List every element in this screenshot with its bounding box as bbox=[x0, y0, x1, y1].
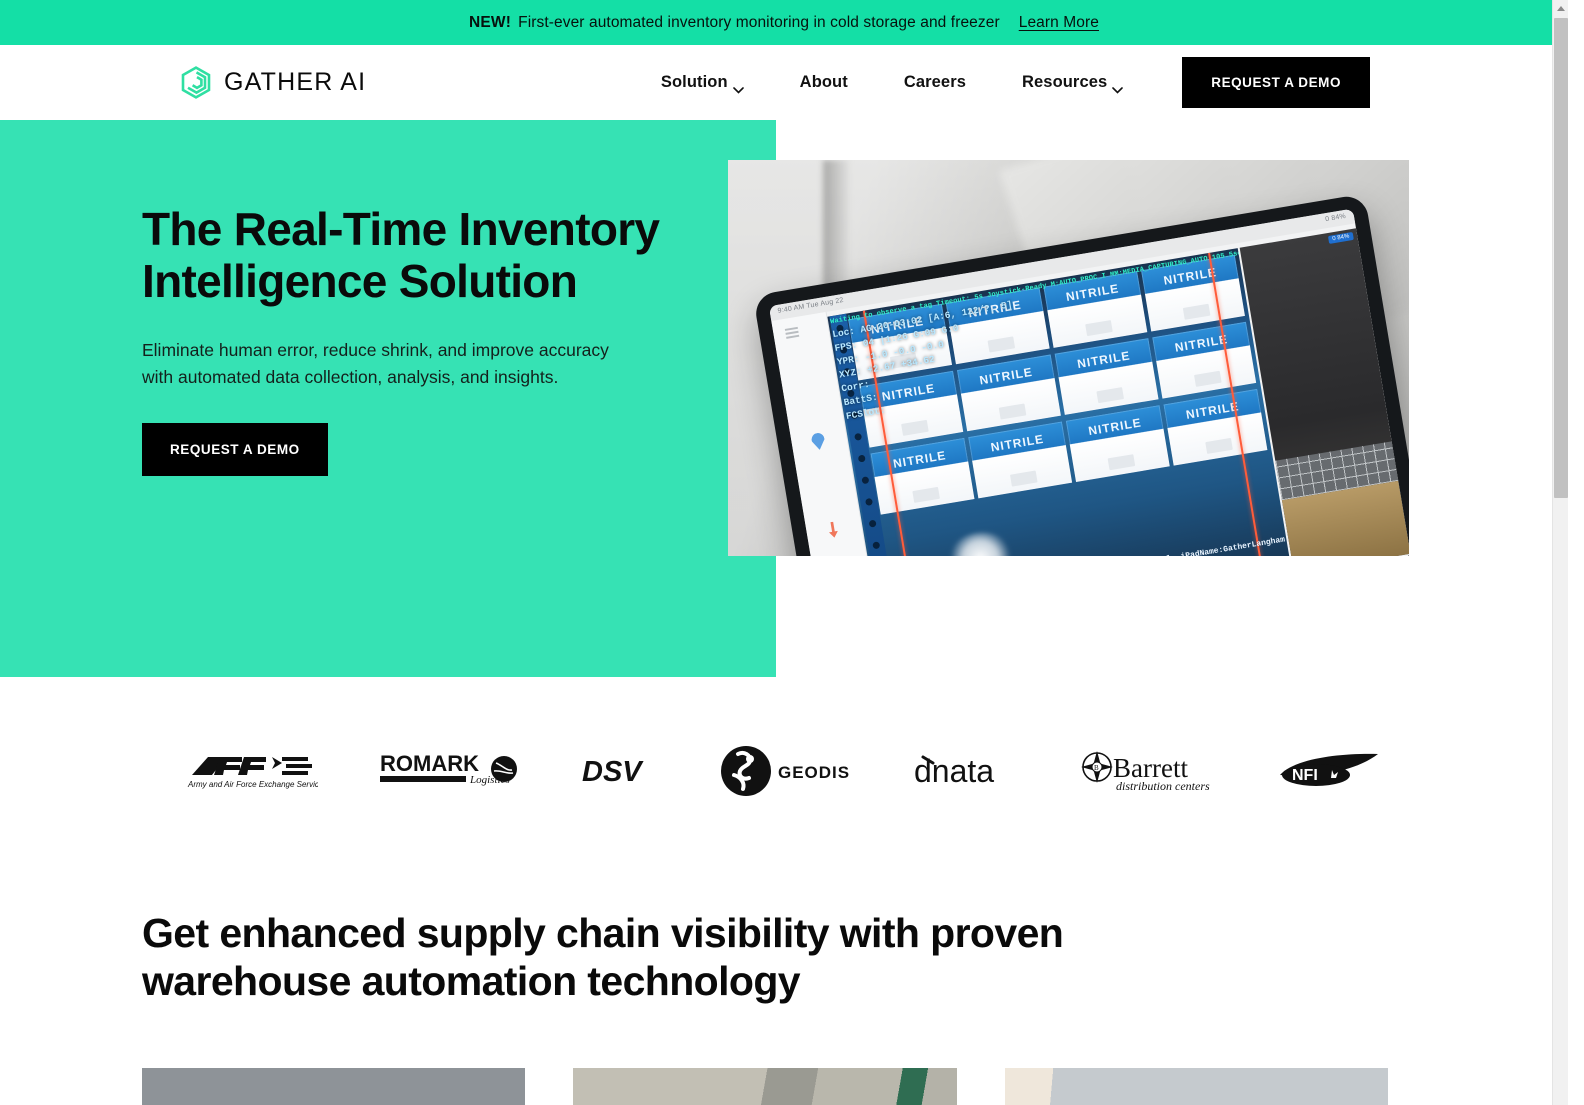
page-scrollbar[interactable] bbox=[1552, 0, 1568, 1105]
tablet-status-left: 9:40 AM Tue Aug 22 bbox=[777, 296, 845, 315]
inventory-box: NITRILE bbox=[968, 421, 1073, 499]
benefits-card-grid bbox=[142, 1067, 1388, 1105]
location-pin-icon bbox=[811, 432, 827, 451]
announcement-text: First-ever automated inventory monitorin… bbox=[518, 13, 1000, 31]
svg-text:ROMARK: ROMARK bbox=[380, 751, 479, 776]
brand-name: GATHER AI bbox=[224, 68, 367, 96]
main-navigation: Solution About Careers Resources REQUEST… bbox=[633, 57, 1370, 108]
tablet-pane-badge: 0 84% bbox=[1327, 231, 1354, 244]
inventory-box-label: NITRILE bbox=[1173, 332, 1230, 355]
hero-request-demo-button[interactable]: REQUEST A DEMO bbox=[142, 423, 328, 477]
benefit-card[interactable] bbox=[1004, 1067, 1388, 1105]
client-logo-romark: ROMARK Logistics bbox=[380, 740, 520, 802]
header-request-demo-button[interactable]: REQUEST A DEMO bbox=[1182, 57, 1370, 108]
camera-light-glare bbox=[943, 527, 1018, 556]
dnata-logo: dnata bbox=[914, 753, 994, 789]
announcement-banner: NEW! First-ever automated inventory moni… bbox=[0, 0, 1568, 45]
svg-text:GEODIS: GEODIS bbox=[778, 763, 850, 782]
aafes-logo: Army and Air Force Exchange Service bbox=[187, 757, 318, 789]
client-logo-dnata: dnata bbox=[914, 740, 1018, 802]
scroll-up-arrow-icon[interactable] bbox=[1553, 0, 1568, 17]
nav-item-label: Solution bbox=[660, 73, 728, 91]
hero-section: The Real-Time Inventory Intelligence Sol… bbox=[0, 120, 1568, 685]
inventory-box-label: NITRILE bbox=[1184, 399, 1241, 422]
hero-media-image: 9:40 AM Tue Aug 22 0 84% NITRILE NITRILE… bbox=[728, 160, 1409, 556]
hexagon-spiral-logo-icon bbox=[181, 66, 211, 99]
nav-item-label: About bbox=[799, 73, 848, 91]
hero-subtitle: Eliminate human error, reduce shrink, an… bbox=[142, 339, 609, 387]
benefit-card[interactable] bbox=[142, 1067, 526, 1105]
client-logo-nfi: NFI bbox=[1278, 740, 1382, 802]
announcement-learn-more-link[interactable]: Learn More bbox=[1019, 14, 1099, 32]
svg-text:DSV: DSV bbox=[582, 756, 644, 786]
client-logo-dsv: DSV bbox=[582, 740, 658, 802]
hero-copy: The Real-Time Inventory Intelligence Sol… bbox=[142, 203, 672, 477]
nav-item-label: Careers bbox=[903, 73, 966, 91]
inventory-box: NITRILE bbox=[1163, 388, 1268, 466]
inventory-box-label: NITRILE bbox=[1076, 348, 1132, 372]
client-logo-strip: Army and Air Force Exchange Service ROMA… bbox=[0, 685, 1568, 857]
chevron-down-icon bbox=[1112, 80, 1124, 94]
nav-item-resources[interactable]: Resources bbox=[994, 73, 1151, 94]
benefit-card[interactable] bbox=[573, 1067, 957, 1105]
announcement-badge: NEW! bbox=[469, 13, 512, 31]
svg-text:NFI: NFI bbox=[1292, 767, 1318, 784]
page-root: NEW! First-ever automated inventory moni… bbox=[0, 0, 1568, 1105]
svg-text:Army and Air Force Exchange Se: Army and Air Force Exchange Service bbox=[187, 780, 318, 789]
benefits-section: Get enhanced supply chain visibility wit… bbox=[0, 857, 1568, 1105]
inventory-box-label: NITRILE bbox=[989, 431, 1045, 455]
benefits-heading: Get enhanced supply chain visibility wit… bbox=[142, 910, 1064, 1005]
client-logo-aafes: Army and Air Force Exchange Service bbox=[186, 740, 318, 802]
nav-item-about[interactable]: About bbox=[772, 73, 876, 92]
brand-logo[interactable]: GATHER AI bbox=[181, 66, 366, 99]
client-logo-geodis: GEODIS bbox=[720, 740, 852, 802]
scrollbar-thumb[interactable] bbox=[1554, 18, 1568, 498]
nav-item-label: Resources bbox=[1022, 73, 1108, 91]
hero-title: The Real-Time Inventory Intelligence Sol… bbox=[142, 203, 660, 307]
nfi-logo: NFI bbox=[1280, 753, 1378, 786]
svg-text:distribution centers: distribution centers bbox=[1116, 779, 1210, 793]
nav-item-solution[interactable]: Solution bbox=[633, 73, 772, 94]
download-arrow-icon bbox=[827, 521, 839, 538]
chevron-down-icon bbox=[732, 80, 744, 94]
inventory-box: NITRILE bbox=[1065, 405, 1170, 482]
inventory-box: NITRILE bbox=[1152, 321, 1257, 399]
site-header: GATHER AI Solution About Careers Resourc… bbox=[0, 45, 1568, 120]
inventory-box: NITRILE bbox=[1054, 338, 1159, 415]
svg-text:B: B bbox=[1094, 764, 1099, 772]
barrett-distribution-centers-logo: B Barrett distribution centers bbox=[1081, 751, 1210, 793]
menu-icon[interactable] bbox=[784, 326, 800, 339]
inventory-box-label: NITRILE bbox=[1087, 415, 1143, 439]
romark-logistics-logo: ROMARK Logistics bbox=[380, 751, 517, 786]
dsv-logo: DSV bbox=[582, 756, 644, 786]
geodis-logo: GEODIS bbox=[721, 746, 850, 796]
nav-item-careers[interactable]: Careers bbox=[876, 73, 994, 92]
tablet-status-right: 0 84% bbox=[1324, 212, 1347, 224]
client-logo-barrett: B Barrett distribution centers bbox=[1080, 740, 1216, 802]
